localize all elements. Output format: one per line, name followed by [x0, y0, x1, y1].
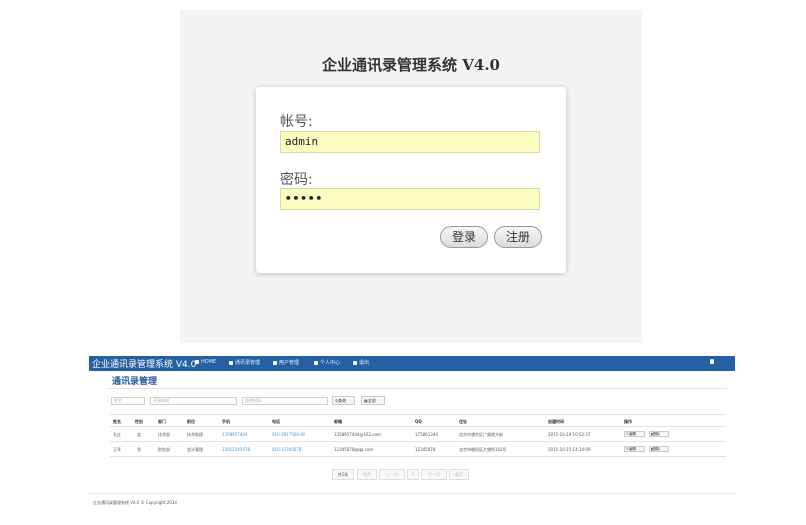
cell-phone-link[interactable]: 010-12345678 — [272, 447, 301, 452]
user-name: admin — [715, 360, 731, 366]
username-field[interactable]: admin — [280, 131, 540, 153]
col-header-address: 住址 — [459, 419, 467, 424]
nav-profile-label: 个人中心 — [320, 360, 341, 366]
end-time-input[interactable]: 结束时间 — [242, 397, 328, 405]
col-header-qq: QQ — [415, 419, 422, 424]
brand-title[interactable]: 企业通讯录管理系统 V4.0 — [92, 357, 196, 370]
cell-phone-link[interactable]: 010-3917566-00 — [272, 432, 305, 437]
col-header-dept: 部门 — [158, 419, 166, 424]
cell-name: 孔红 — [113, 432, 121, 437]
delete-button-label: 删除 — [652, 447, 660, 451]
page-title: 通讯录管理 — [112, 377, 158, 387]
nav-home-label: HOME — [201, 359, 217, 365]
query-button-label: 查询 — [337, 398, 346, 403]
col-header-created: 创建时间 — [548, 419, 564, 424]
edit-button[interactable]: ✎编辑 — [624, 446, 645, 452]
col-header-position: 职位 — [187, 419, 195, 424]
cell-address: 北京市望京区广顺南大街 — [459, 432, 503, 437]
table-border-top — [110, 414, 726, 415]
username-label: 帐号: — [280, 114, 313, 130]
cell-gender: 女 — [137, 432, 141, 437]
col-header-email: 邮箱 — [334, 419, 342, 424]
password-field[interactable]: ••••• — [280, 188, 540, 210]
login-title: 企业通讯录管理系统 V4.0 — [322, 56, 500, 74]
table-header-line — [110, 426, 726, 427]
delete-button-label: 删除 — [652, 432, 660, 436]
divider — [107, 388, 727, 389]
register-button[interactable]: 注册 — [494, 226, 542, 248]
cell-email: 12345678@qq.com — [334, 447, 374, 452]
cell-address: 北京市朝阳区大望桥102号 — [459, 447, 507, 452]
edit-button[interactable]: ✎编辑 — [624, 431, 645, 437]
wrench-icon — [314, 360, 318, 365]
col-header-name: 姓名 — [113, 419, 121, 424]
home-icon — [195, 359, 199, 364]
pager-page[interactable]: 1 — [407, 469, 419, 480]
user-icon — [273, 360, 277, 365]
nav-contacts-label: 通讯录管理 — [235, 360, 261, 366]
cell-created: 2015-10-19 10:52:37 — [548, 432, 591, 437]
nav-logout[interactable]: 退出 — [353, 359, 369, 366]
cell-created: 2015-10-15 14:34:09 — [548, 447, 591, 452]
list-icon — [229, 360, 233, 365]
cell-qq: 12345678 — [415, 447, 436, 452]
pager-prev[interactable]: 上一页 — [379, 469, 405, 480]
login-form: 帐号: admin 密码: ••••• 登录 注册 — [256, 87, 566, 273]
col-header-phone: 电话 — [272, 419, 280, 424]
query-button[interactable]: ⚲查询 — [332, 396, 355, 405]
cell-name: 王军 — [113, 447, 121, 452]
cell-gender: 男 — [137, 447, 141, 452]
col-header-actions: 操作 — [624, 419, 632, 424]
user-icon — [709, 359, 714, 364]
col-header-mobile: 手机 — [222, 419, 230, 424]
pager-first[interactable]: 首页 — [357, 469, 377, 480]
gear-icon — [353, 360, 357, 365]
top-navbar: 企业通讯录管理系统 V4.0 HOME 通讯录管理 用户管理 个人中心 退出 a… — [89, 356, 735, 371]
show-all-label: 全部 — [367, 398, 376, 403]
cell-mobile-link[interactable]: 1358957444 — [222, 432, 247, 437]
col-header-gender: 性别 — [135, 419, 143, 424]
edit-button-label: 编辑 — [628, 432, 636, 436]
start-time-input[interactable]: 开始时间 — [150, 397, 237, 405]
cell-mobile-link[interactable]: 13012345678 — [222, 447, 250, 452]
cell-position: 会计管理 — [187, 447, 203, 452]
password-label: 密码: — [280, 172, 313, 188]
nav-logout-label: 退出 — [359, 360, 370, 366]
nav-home[interactable]: HOME — [195, 359, 216, 365]
nav-users-label: 用户管理 — [279, 360, 300, 366]
footer-copyright: 企业通讯录管理系统 V4.0 © Copyright 2014 — [93, 500, 177, 505]
cell-position: 技术助理 — [187, 432, 203, 437]
cell-qq: 175861344 — [415, 432, 438, 437]
row-divider — [110, 441, 726, 442]
pager-next[interactable]: 下一页 — [421, 469, 447, 480]
cell-dept: 财务部 — [158, 447, 170, 452]
pager-total: 共5条 — [332, 469, 354, 480]
login-button[interactable]: 登录 — [440, 226, 488, 248]
pager-last[interactable]: 尾页 — [449, 469, 469, 480]
nav-users[interactable]: 用户管理 — [273, 359, 299, 366]
user-menu[interactable]: admin — [709, 359, 731, 366]
nav-profile[interactable]: 个人中心 — [314, 359, 340, 366]
login-screen: 企业通讯录管理系统 V4.0 帐号: admin 密码: ••••• 登录 注册 — [180, 10, 642, 343]
show-all-button[interactable]: ▦全部 — [361, 396, 385, 405]
nav-contacts[interactable]: 通讯录管理 — [229, 359, 260, 366]
table-border-bottom — [110, 456, 726, 457]
footer-divider — [89, 493, 735, 494]
delete-button[interactable]: ▮删除 — [649, 431, 669, 437]
name-search-input[interactable]: 姓名 — [111, 397, 145, 405]
cell-dept: 技术部 — [158, 432, 170, 437]
cell-email: 1358957444@163.com — [334, 432, 381, 437]
edit-button-label: 编辑 — [628, 447, 636, 451]
delete-button[interactable]: ▮删除 — [649, 446, 669, 452]
